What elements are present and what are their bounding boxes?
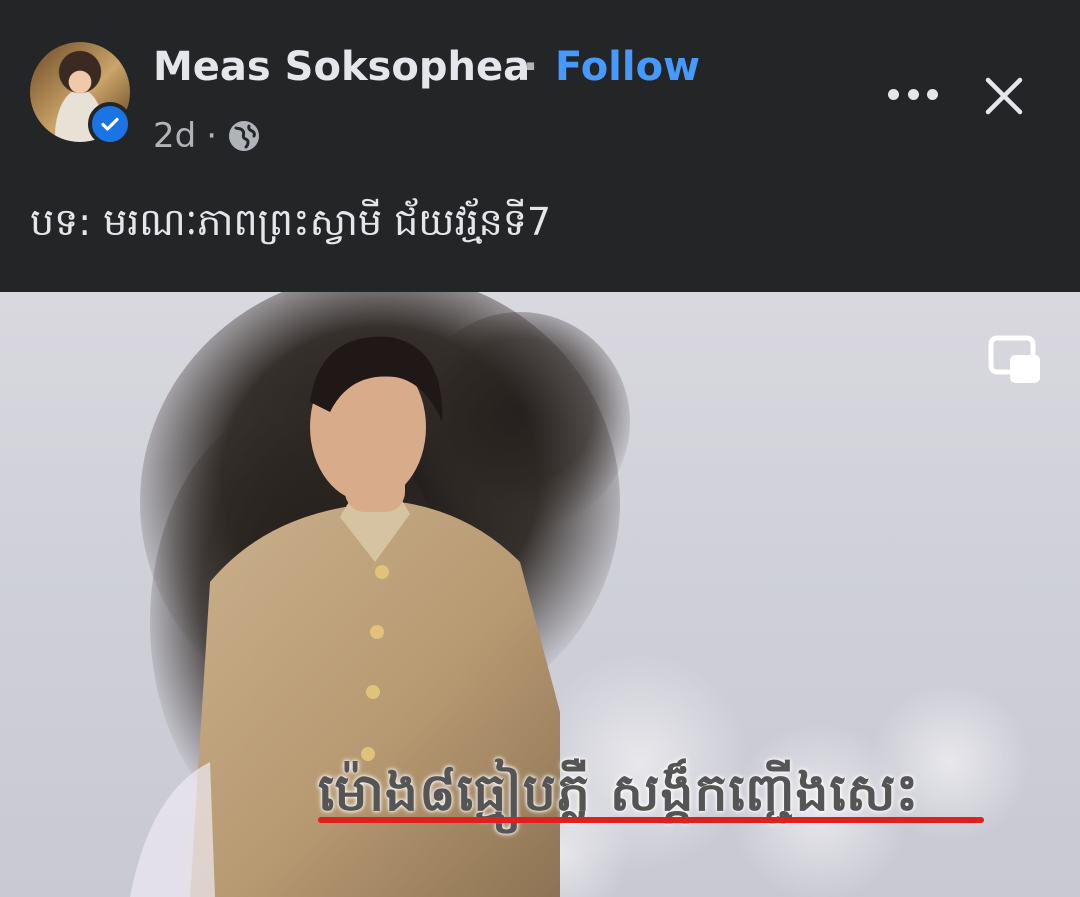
age-separator: ·: [206, 116, 218, 156]
more-dot: [927, 88, 938, 100]
close-icon[interactable]: [980, 72, 1028, 120]
red-underline: [318, 817, 984, 823]
follow-button[interactable]: Follow: [555, 44, 700, 90]
more-options-button[interactable]: [888, 76, 938, 112]
post-header: Meas Soksophea · Follow 2d · បទ: មរណៈភាព…: [0, 0, 1080, 292]
post-age[interactable]: 2d: [153, 116, 196, 156]
picture-in-picture-icon[interactable]: [988, 335, 1040, 385]
post-meta: 2d ·: [153, 116, 261, 156]
more-dot: [888, 88, 899, 100]
post-caption: បទ: មរណៈភាពព្រះស្វាមី ជ័យវរ្ម័នទី7: [30, 200, 552, 244]
author-name[interactable]: Meas Soksophea: [153, 44, 530, 90]
image-overlay-title: ម៉ោង៨ធ្មៀបភ្លឺ សង្ក៏កញ្ជើងសេះ: [318, 762, 920, 823]
verified-badge-icon: [88, 102, 132, 146]
public-globe-icon: [229, 121, 260, 151]
more-dot: [907, 88, 919, 100]
name-separator: ·: [523, 44, 539, 90]
